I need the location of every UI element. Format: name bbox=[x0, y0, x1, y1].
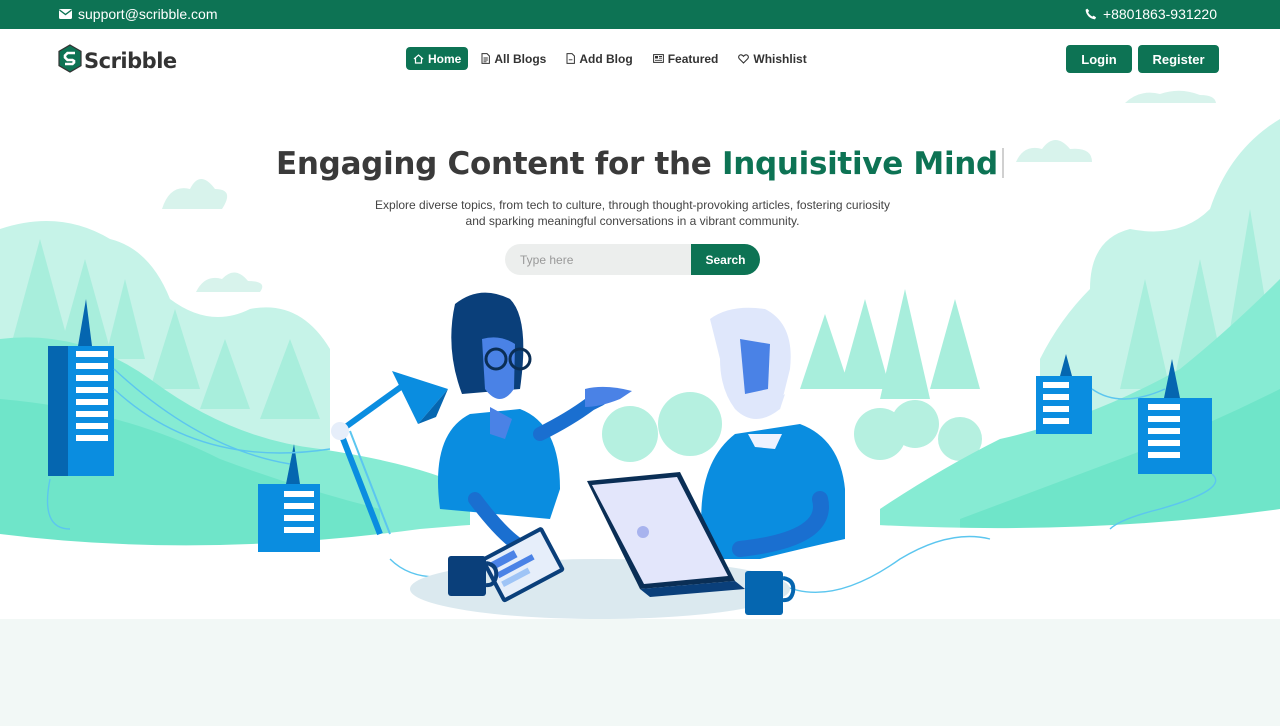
brand-name: Scribble bbox=[84, 49, 177, 73]
envelope-icon bbox=[59, 9, 72, 19]
login-button[interactable]: Login bbox=[1066, 45, 1132, 73]
nav-menu: Home All Blogs Add Blog Featured Whishli… bbox=[406, 47, 814, 70]
brand-logo[interactable]: Scribble bbox=[58, 44, 177, 78]
home-icon bbox=[413, 53, 424, 64]
nav-item-label: All Blogs bbox=[494, 51, 547, 66]
hero-subtitle-line2: and sparking meaningful conversations in… bbox=[465, 214, 800, 228]
typing-cursor bbox=[1001, 148, 1004, 178]
heart-icon bbox=[738, 53, 750, 64]
top-contact-bar: support@scribble.com +8801863-931220 bbox=[0, 0, 1280, 29]
hero-section: Engaging Content for the Inquisitive Min… bbox=[0, 89, 1280, 619]
support-email[interactable]: support@scribble.com bbox=[59, 6, 218, 22]
support-phone-text: +8801863-931220 bbox=[1102, 6, 1217, 22]
document-icon bbox=[481, 53, 491, 64]
nav-item-wishlist[interactable]: Whishlist bbox=[731, 47, 813, 70]
search-input[interactable] bbox=[505, 244, 691, 275]
nav-item-label: Whishlist bbox=[753, 51, 807, 66]
file-icon bbox=[566, 53, 576, 64]
hero-subtitle-line1: Explore diverse topics, from tech to cul… bbox=[375, 198, 890, 212]
s-hexagon-logo-icon bbox=[58, 44, 82, 78]
auth-buttons: Login Register bbox=[1066, 45, 1219, 73]
nav-item-featured[interactable]: Featured bbox=[646, 47, 726, 70]
nav-item-label: Add Blog bbox=[579, 51, 633, 66]
hero-headline-accent: Inquisitive Mind bbox=[721, 146, 998, 182]
nav-item-label: Featured bbox=[667, 51, 719, 66]
search-button[interactable]: Search bbox=[691, 244, 760, 275]
hero-headline-main: Engaging Content for the bbox=[276, 146, 722, 182]
nav-item-home[interactable]: Home bbox=[406, 47, 469, 70]
nav-item-label: Home bbox=[428, 51, 462, 66]
newspaper-icon bbox=[652, 54, 664, 63]
nav-item-add-blog[interactable]: Add Blog bbox=[559, 47, 639, 70]
main-navbar: Scribble Home All Blogs Add Blog Feature… bbox=[0, 29, 1280, 89]
register-button[interactable]: Register bbox=[1138, 45, 1219, 73]
phone-icon bbox=[1085, 8, 1097, 20]
support-email-text: support@scribble.com bbox=[78, 6, 218, 22]
nav-item-all-blogs[interactable]: All Blogs bbox=[474, 47, 553, 70]
hero-headline: Engaging Content for the Inquisitive Min… bbox=[0, 146, 1280, 182]
search-bar: Search bbox=[505, 244, 760, 275]
below-hero-section bbox=[0, 619, 1280, 726]
support-phone[interactable]: +8801863-931220 bbox=[1085, 6, 1217, 22]
hero-subtitle: Explore diverse topics, from tech to cul… bbox=[340, 197, 925, 229]
